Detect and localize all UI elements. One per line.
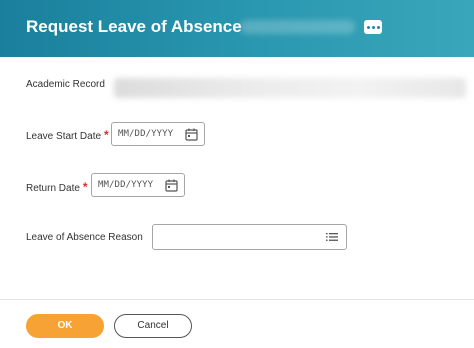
academic-record-value-redacted xyxy=(114,78,466,98)
leave-start-date-label-text: Leave Start Date xyxy=(26,131,102,142)
redacted-worker-name xyxy=(240,20,355,34)
footer-divider xyxy=(0,299,474,300)
calendar-icon[interactable] xyxy=(165,179,178,192)
cancel-button[interactable]: Cancel xyxy=(114,314,192,338)
calendar-icon[interactable] xyxy=(185,128,198,141)
return-date-input[interactable]: MM/DD/YYYY xyxy=(98,180,153,190)
leave-start-date-field[interactable]: MM/DD/YYYY xyxy=(111,122,205,146)
return-date-label: Return Date * xyxy=(26,180,88,194)
leave-start-date-label: Leave Start Date * xyxy=(26,128,109,142)
more-actions-button[interactable] xyxy=(364,20,382,34)
return-date-field[interactable]: MM/DD/YYYY xyxy=(91,173,185,197)
ok-button[interactable]: OK xyxy=(26,314,104,338)
leave-reason-label: Leave of Absence Reason xyxy=(26,232,143,243)
dialog-header: Request Leave of Absence xyxy=(0,0,474,57)
more-horizontal-icon xyxy=(366,25,370,29)
leave-start-date-input[interactable]: MM/DD/YYYY xyxy=(118,129,173,139)
list-prompt-icon[interactable] xyxy=(326,232,338,242)
page-title: Request Leave of Absence xyxy=(26,17,242,36)
leave-reason-prompt[interactable] xyxy=(152,224,347,250)
required-marker: * xyxy=(104,128,109,142)
academic-record-label: Academic Record xyxy=(26,79,105,90)
required-marker: * xyxy=(82,180,88,194)
return-date-label-text: Return Date xyxy=(26,183,80,194)
